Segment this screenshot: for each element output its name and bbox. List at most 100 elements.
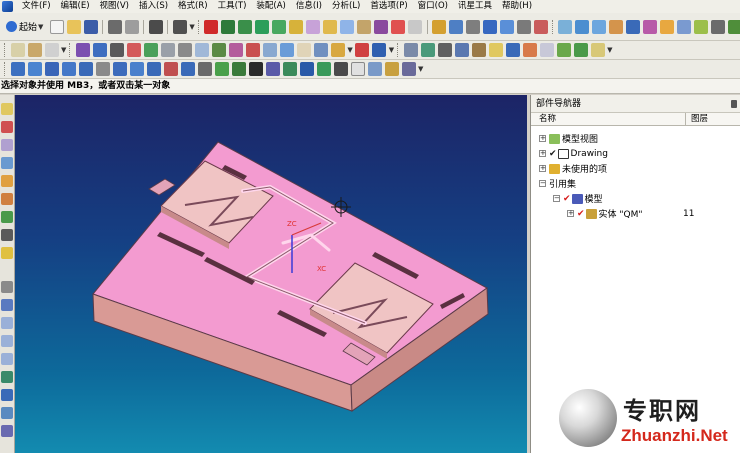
wireframe-icon[interactable] [92, 43, 107, 57]
menu-preferences[interactable]: 首选项(P) [365, 0, 412, 13]
menu-information[interactable]: 信息(I) [291, 0, 327, 13]
tool-u-icon[interactable] [350, 62, 365, 76]
tool-n-icon[interactable] [231, 62, 246, 76]
tool-s-icon[interactable] [316, 62, 331, 76]
perspective-icon[interactable] [313, 43, 328, 57]
tool-g-icon[interactable] [112, 62, 127, 76]
view-left-icon[interactable] [279, 43, 294, 57]
resource-tab-3-icon[interactable] [1, 139, 13, 151]
measure-icon[interactable] [711, 19, 726, 34]
point-icon[interactable] [558, 19, 573, 34]
column-layer[interactable]: 图层 [686, 113, 708, 125]
view-top-icon[interactable] [177, 43, 192, 57]
toolbar-grip[interactable] [4, 62, 7, 76]
view-right-icon[interactable] [194, 43, 209, 57]
collapse-icon[interactable]: − [553, 195, 560, 202]
menu-format[interactable]: 格式(R) [173, 0, 213, 13]
copy-icon[interactable] [124, 19, 139, 34]
unite-icon[interactable] [432, 19, 447, 34]
resource-tab-9-icon[interactable] [1, 247, 13, 259]
tool-m-icon[interactable] [214, 62, 229, 76]
menu-window[interactable]: 窗口(O) [413, 0, 453, 13]
graphics-viewport[interactable]: ZC XC [15, 95, 527, 453]
tool-d-icon[interactable] [61, 62, 76, 76]
view-iso-icon[interactable] [211, 43, 226, 57]
expand-icon[interactable]: + [539, 150, 546, 157]
intersect-icon[interactable] [466, 19, 481, 34]
mold-icon[interactable] [488, 43, 503, 57]
menu-help[interactable]: 帮助(H) [497, 0, 537, 13]
menu-file[interactable]: 文件(F) [17, 0, 56, 13]
toolbar-grip[interactable] [197, 19, 201, 34]
surface-icon[interactable] [471, 43, 486, 57]
resource-tab-8-icon[interactable] [1, 229, 13, 241]
trim-body-icon[interactable] [483, 19, 498, 34]
check-icon[interactable]: ✔ [577, 209, 585, 219]
tool-j-icon[interactable] [163, 62, 178, 76]
collapse-icon[interactable]: − [539, 180, 546, 187]
check-icon[interactable] [573, 43, 588, 57]
start-button[interactable]: 起始 ▼ [2, 19, 48, 35]
menu-xunxing-tools[interactable]: 讯星工具 [453, 0, 497, 13]
tool-v-icon[interactable] [367, 62, 382, 76]
save-icon[interactable] [83, 19, 98, 34]
check-icon[interactable]: ✔ [563, 194, 571, 204]
tool-c-icon[interactable] [44, 62, 59, 76]
subtract-icon[interactable] [449, 19, 464, 34]
toolbar-grip[interactable] [4, 43, 7, 57]
line-icon[interactable] [575, 19, 590, 34]
tree-item-drawing[interactable]: + ✔ Drawing [539, 146, 608, 161]
datum-axis-icon[interactable] [643, 19, 658, 34]
resource-tab-14-icon[interactable] [1, 353, 13, 365]
pad-icon[interactable] [306, 19, 321, 34]
view-front-icon[interactable] [160, 43, 175, 57]
tool-i-icon[interactable] [146, 62, 161, 76]
resource-tab-2-icon[interactable] [1, 121, 13, 133]
resource-tab-13-icon[interactable] [1, 335, 13, 347]
spline-icon[interactable] [609, 19, 624, 34]
view-bottom-icon[interactable] [262, 43, 277, 57]
analysis-icon[interactable] [403, 43, 418, 57]
resource-tab-1-icon[interactable] [1, 103, 13, 115]
app-icon[interactable] [2, 1, 13, 12]
csys-icon[interactable] [660, 19, 675, 34]
zoom-icon[interactable] [27, 43, 42, 57]
extrude-icon[interactable] [221, 19, 236, 34]
expand-icon[interactable]: + [539, 165, 546, 172]
toolbar-grip[interactable] [397, 43, 400, 57]
arrow-right-icon[interactable] [556, 43, 571, 57]
resource-tab-18-icon[interactable] [1, 425, 13, 437]
mirror-icon[interactable] [677, 19, 692, 34]
view-trimetric-icon[interactable] [228, 43, 243, 57]
section-icon[interactable] [728, 19, 740, 34]
slot-icon[interactable] [323, 19, 338, 34]
new-file-icon[interactable] [49, 19, 64, 34]
deviation-icon[interactable] [437, 43, 452, 57]
tool-q-icon[interactable] [282, 62, 297, 76]
resource-tab-11-icon[interactable] [1, 299, 13, 311]
tool-p-icon[interactable] [265, 62, 280, 76]
resource-tab-6-icon[interactable] [1, 193, 13, 205]
tree-item-model-views[interactable]: + 模型视图 [539, 131, 598, 146]
tool-f-icon[interactable] [95, 62, 110, 76]
tool-r-icon[interactable] [299, 62, 314, 76]
expand-icon[interactable]: + [539, 135, 546, 142]
rotate-icon[interactable] [44, 43, 59, 57]
gate-icon[interactable] [522, 43, 537, 57]
column-name[interactable]: 名称 [531, 113, 686, 125]
tool-l-icon[interactable] [197, 62, 212, 76]
light-icon[interactable] [330, 43, 345, 57]
tree-item-solid-body[interactable]: + ✔ 实体 "QM" 11 [567, 206, 737, 221]
pocket-icon[interactable] [289, 19, 304, 34]
resource-tab-15-icon[interactable] [1, 371, 13, 383]
tool-w-icon[interactable] [401, 62, 416, 76]
hidden-edge-icon[interactable] [109, 43, 124, 57]
revolve-icon[interactable] [238, 19, 253, 34]
tree-item-unused-items[interactable]: + 未使用的项 [539, 161, 607, 176]
pattern-icon[interactable] [694, 19, 709, 34]
tool-b-icon[interactable] [27, 62, 42, 76]
offset-face-icon[interactable] [517, 19, 532, 34]
arrow-left-icon[interactable] [539, 43, 554, 57]
fit-icon[interactable] [10, 43, 25, 57]
open-folder-icon[interactable] [66, 19, 81, 34]
